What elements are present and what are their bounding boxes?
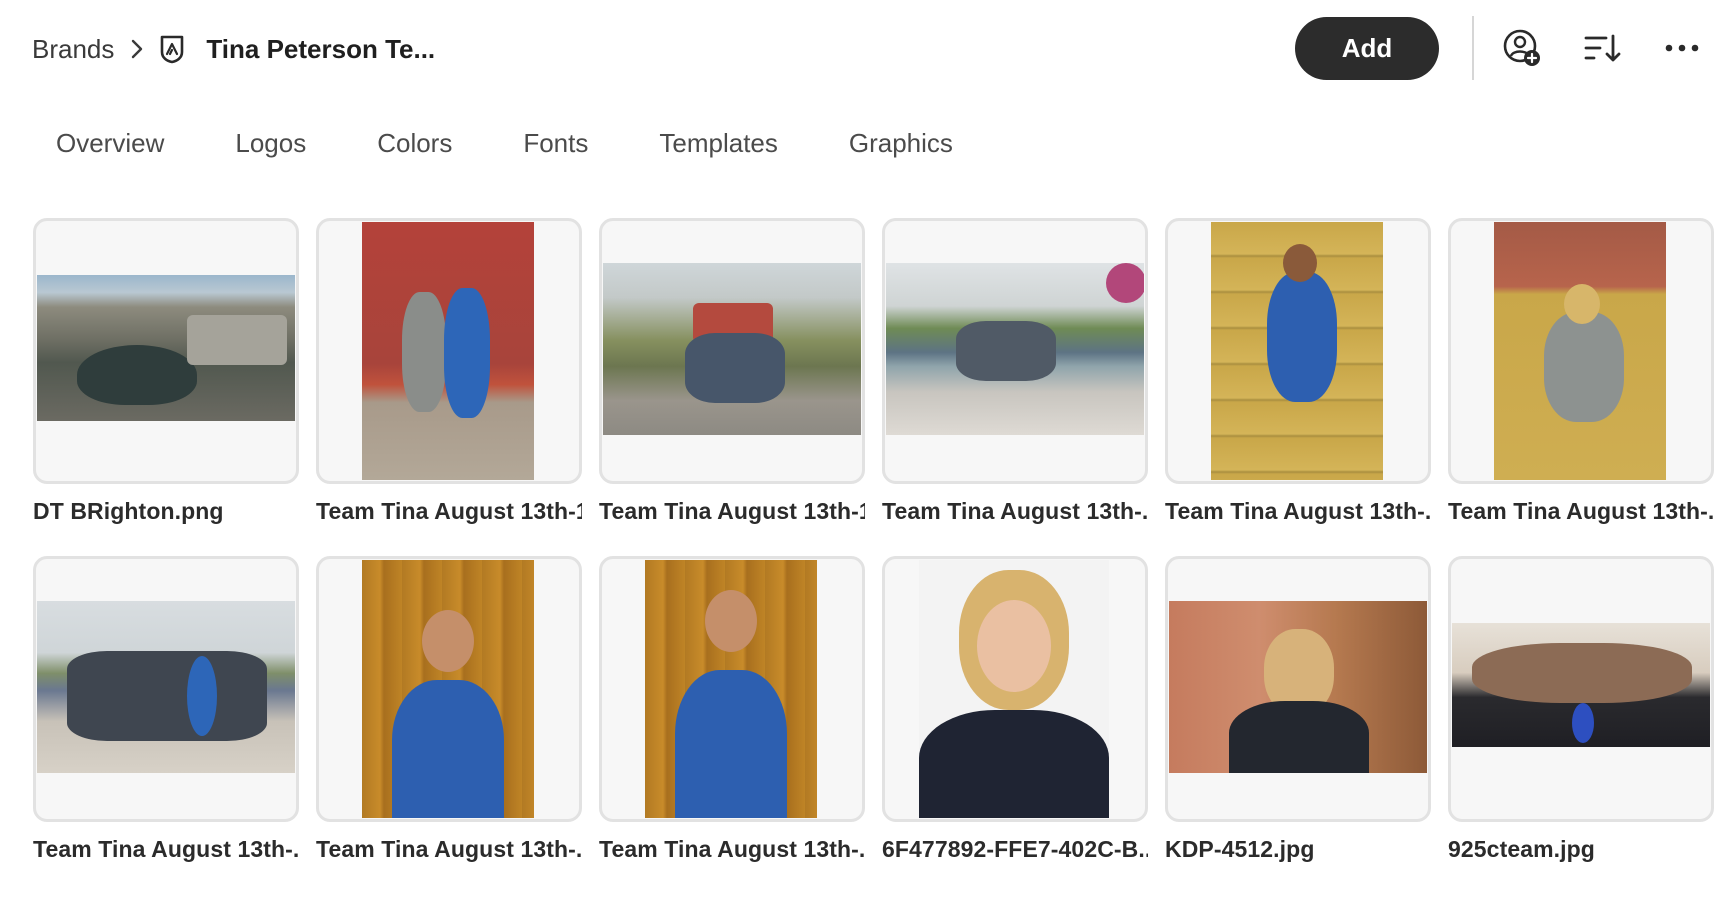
tab-graphics[interactable]: Graphics (849, 128, 953, 168)
asset-name: Team Tina August 13th-1... (599, 498, 865, 524)
asset-card[interactable]: Team Tina August 13th-1... (316, 218, 582, 525)
woman-steps-photo (1211, 222, 1383, 480)
team-group-photo (1452, 623, 1710, 747)
asset-name: KDP-4512.jpg (1165, 836, 1315, 862)
asset-thumbnail[interactable] (882, 218, 1148, 484)
asset-name: Team Tina August 13th-... (1448, 498, 1714, 524)
asset-name: Team Tina August 13th-... (1165, 498, 1431, 524)
asset-name: DT BRighton.png (33, 498, 224, 524)
tab-templates[interactable]: Templates (659, 128, 778, 168)
asset-card[interactable]: 6F477892-FFE7-402C-B... (882, 556, 1148, 863)
asset-thumbnail[interactable] (316, 218, 582, 484)
chevron-right-icon (130, 38, 144, 60)
sort-icon[interactable] (1581, 27, 1623, 69)
asset-name: Team Tina August 13th-... (882, 498, 1148, 524)
asset-name: 6F477892-FFE7-402C-B... (882, 836, 1148, 862)
header-divider (1472, 16, 1474, 80)
tab-overview[interactable]: Overview (56, 128, 164, 168)
asset-name: Team Tina August 13th-1... (316, 498, 582, 524)
group-walking-photo (37, 601, 295, 773)
asset-card[interactable]: 925cteam.jpg (1448, 556, 1714, 863)
asset-card[interactable]: Team Tina August 13th-... (316, 556, 582, 863)
asset-thumbnail[interactable] (1165, 556, 1431, 822)
asset-thumbnail[interactable] (599, 218, 865, 484)
asset-name: Team Tina August 13th-... (599, 836, 865, 862)
asset-thumbnail[interactable] (599, 556, 865, 822)
asset-card[interactable]: KDP-4512.jpg (1165, 556, 1431, 863)
breadcrumb-brands-link[interactable]: Brands (32, 34, 114, 65)
asset-card[interactable]: Team Tina August 13th-... (1165, 218, 1431, 525)
asset-card[interactable]: Team Tina August 13th-1... (599, 218, 865, 525)
asset-thumbnail[interactable] (882, 556, 1148, 822)
asset-thumbnail[interactable] (1165, 218, 1431, 484)
asset-name: 925cteam.jpg (1448, 836, 1595, 862)
tab-colors[interactable]: Colors (377, 128, 452, 168)
headshot-photo (919, 560, 1109, 818)
asset-thumbnail[interactable] (33, 218, 299, 484)
user-add-icon[interactable] (1501, 27, 1543, 69)
tab-fonts[interactable]: Fonts (523, 128, 588, 168)
asset-card[interactable]: Team Tina August 13th-... (1448, 218, 1714, 525)
asset-name: Team Tina August 13th-... (33, 836, 299, 862)
asset-thumbnail[interactable] (1448, 556, 1714, 822)
kdp-portrait-photo (1169, 601, 1427, 773)
add-button[interactable]: Add (1295, 17, 1439, 80)
brand-tabs: Overview Logos Colors Fonts Templates Gr… (56, 128, 1024, 168)
asset-name: Team Tina August 13th-... (316, 836, 582, 862)
asset-card[interactable]: Team Tina August 13th-... (882, 218, 1148, 525)
woman-door-photo (362, 560, 534, 818)
asset-card[interactable]: Team Tina August 13th-... (599, 556, 865, 863)
group-stairs-photo (603, 263, 861, 435)
breadcrumb: Brands Tina Peterson Te... (32, 28, 435, 70)
header: Brands Tina Peterson Te... Add (0, 0, 1734, 96)
group-lakeside-photo (886, 263, 1144, 435)
tab-logos[interactable]: Logos (235, 128, 306, 168)
woman-steps-building-photo (1494, 222, 1666, 480)
asset-card[interactable]: DT BRighton.png (33, 218, 299, 525)
brand-shield-icon (158, 34, 186, 64)
woman-door-arms-crossed-photo (645, 560, 817, 818)
aerial-town-photo (37, 275, 295, 421)
asset-thumbnail[interactable] (316, 556, 582, 822)
mural-photo (362, 222, 534, 480)
asset-thumbnail[interactable] (1448, 218, 1714, 484)
breadcrumb-current-brand: Tina Peterson Te... (206, 33, 436, 64)
asset-thumbnail[interactable] (33, 556, 299, 822)
asset-card[interactable]: Team Tina August 13th-... (33, 556, 299, 863)
more-icon[interactable] (1661, 27, 1703, 69)
